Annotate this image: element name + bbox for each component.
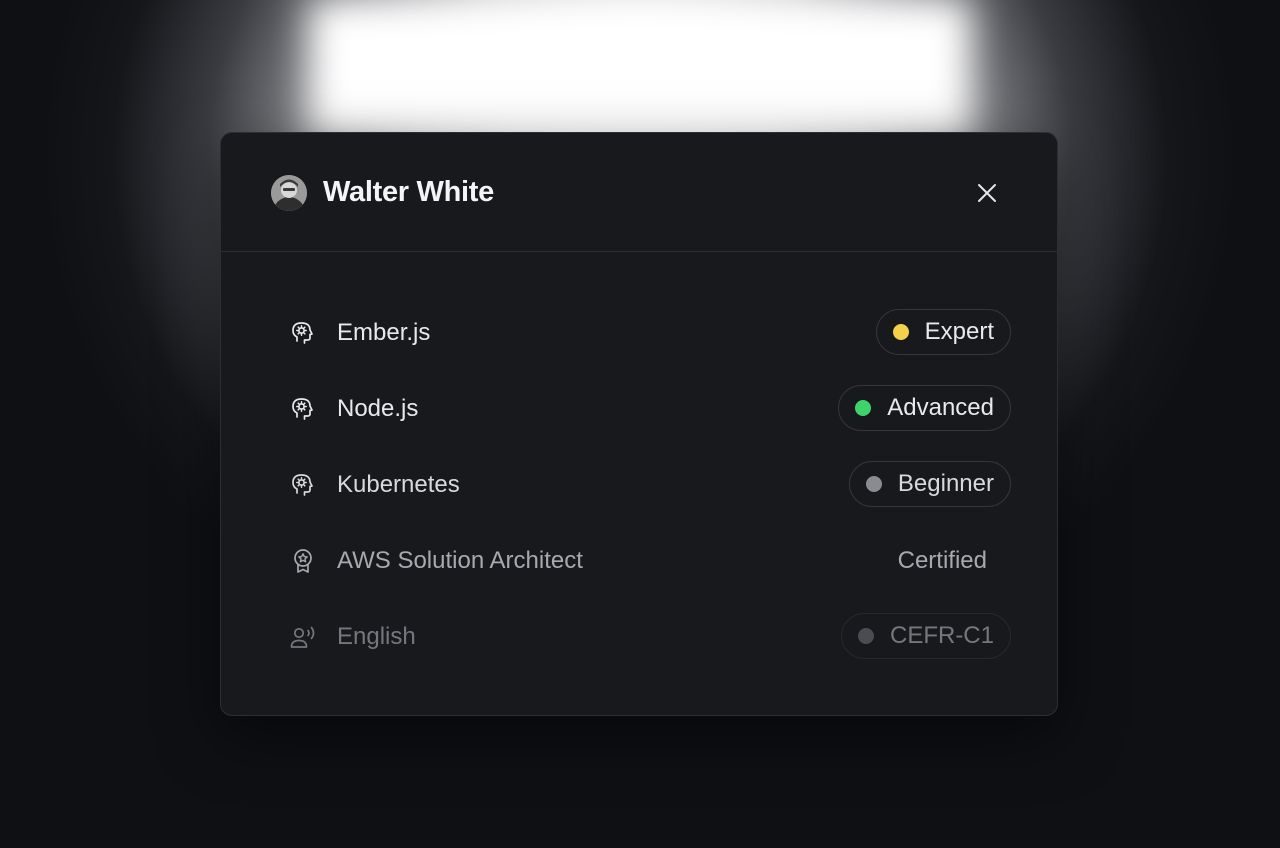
dialog-title: Walter White <box>323 176 494 208</box>
status-dot <box>857 628 874 644</box>
skill-label: Node.js <box>337 395 419 422</box>
speaking-person-icon <box>290 626 315 648</box>
user-avatar-icon <box>271 175 307 211</box>
status-dot <box>855 400 872 416</box>
level-badge: Advanced <box>838 385 1011 431</box>
backdrop-glow-core <box>310 0 970 140</box>
skill-label: English <box>337 623 416 650</box>
skill-row-nodejs: Node.js Advanced <box>281 385 1011 433</box>
level-badge: Beginner <box>848 461 1011 507</box>
profile-dialog: Walter White Ember.js Expert Node.js Adv… <box>220 132 1058 716</box>
avatar <box>271 175 307 211</box>
level-label: Expert <box>924 318 994 345</box>
skill-row-emberjs: Ember.js Expert <box>281 309 1011 357</box>
skill-label: AWS Solution Architect <box>337 547 583 574</box>
level-label: CEFR-C1 <box>889 622 994 649</box>
close-icon[interactable] <box>976 182 998 204</box>
status-dot <box>892 324 909 340</box>
level-badge: CEFR-C1 <box>840 613 1011 659</box>
skill-label: Kubernetes <box>337 471 460 498</box>
level-label: Beginner <box>897 470 994 497</box>
brain-gear-icon <box>292 398 313 420</box>
level-label: Advanced <box>887 394 994 421</box>
skill-row-aws: AWS Solution Architect Certified <box>281 537 1011 585</box>
brain-gear-icon <box>292 474 313 496</box>
award-ribbon-icon <box>294 549 312 573</box>
dialog-header: Walter White <box>221 133 1057 252</box>
backdrop-bottom-fade <box>0 700 1280 848</box>
brain-gear-icon <box>292 322 313 344</box>
level-badge: Expert <box>875 309 1011 355</box>
close-button[interactable] <box>971 177 1003 209</box>
certified-label: Certified <box>897 547 987 574</box>
skill-row-kubernetes: Kubernetes Beginner <box>281 461 1011 509</box>
skill-row-english: English CEFR-C1 <box>281 613 1011 661</box>
skill-label: Ember.js <box>337 319 431 346</box>
status-dot <box>865 476 882 492</box>
